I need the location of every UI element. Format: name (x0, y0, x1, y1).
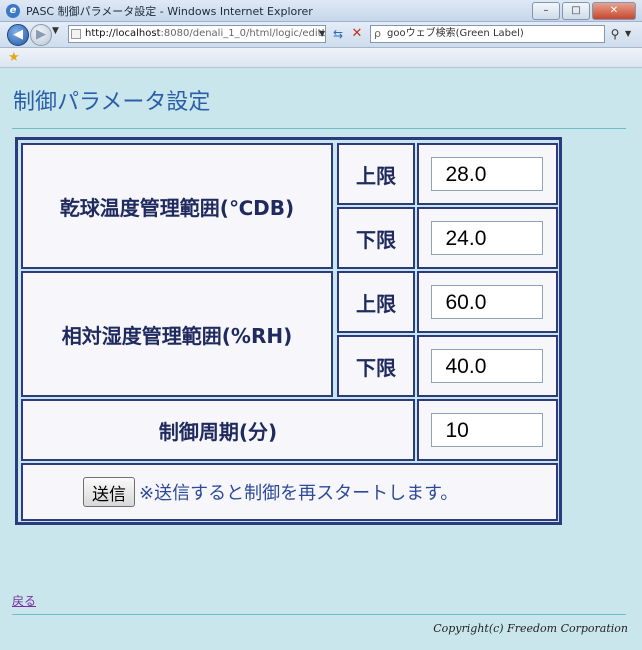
humidity-lower-label: 下限 (356, 355, 396, 380)
search-dropdown-icon[interactable]: ▼ (625, 29, 631, 38)
drybulb-lower-cell (417, 207, 558, 269)
period-label-cell: 制御周期(分) (21, 399, 415, 461)
humidity-lower-cell (417, 335, 558, 397)
humidity-lower-input[interactable] (430, 349, 543, 383)
humidity-upper-label-cell: 上限 (337, 271, 415, 333)
page-icon (71, 29, 81, 39)
copyright: Copyright(c) Freedom Corporation (433, 622, 628, 635)
drybulb-upper-label-cell: 上限 (337, 143, 415, 205)
search-placeholder: gooウェブ検索(Green Label) (387, 28, 524, 39)
drybulb-lower-label-cell: 下限 (337, 207, 415, 269)
drybulb-label-cell: 乾球温度管理範囲(℃DB) (21, 143, 333, 269)
address-dropdown-icon[interactable]: ▼ (319, 29, 325, 38)
close-button[interactable]: ✕ (592, 2, 636, 20)
refresh-icon[interactable]: ⇆ (330, 25, 346, 43)
drybulb-upper-cell (417, 143, 558, 205)
window-titlebar: e PASC 制御パラメータ設定 - Windows Internet Expl… (0, 0, 642, 22)
drybulb-label: 乾球温度管理範囲(℃DB) (59, 195, 295, 220)
humidity-upper-label: 上限 (356, 291, 396, 316)
forward-arrow-icon[interactable]: ▶ (30, 24, 52, 46)
search-input[interactable]: ρ gooウェブ検索(Green Label) (370, 25, 605, 43)
submit-button[interactable]: 送信 (83, 477, 135, 507)
divider-bottom (12, 614, 626, 615)
url-host: http://localhost (85, 28, 161, 39)
drybulb-upper-label: 上限 (356, 163, 396, 188)
maximize-button[interactable]: □ (562, 2, 590, 20)
favorites-bar: ★ (0, 48, 642, 68)
submit-row: 送信 ※送信すると制御を再スタートします。 (21, 463, 558, 521)
back-link[interactable]: 戻る (12, 592, 36, 609)
back-arrow-icon[interactable]: ◀ (7, 24, 29, 46)
search-icon[interactable]: ⚲ (607, 25, 623, 43)
page-title: 制御パラメータ設定 (13, 90, 211, 115)
humidity-label: 相対湿度管理範囲(%RH) (61, 323, 293, 348)
drybulb-upper-input[interactable] (430, 157, 543, 191)
minimize-button[interactable]: – (532, 2, 560, 20)
submit-note: ※送信すると制御を再スタートします。 (139, 483, 459, 504)
period-cell (417, 399, 558, 461)
ie-icon: e (6, 3, 20, 18)
drybulb-lower-label: 下限 (356, 227, 396, 252)
divider-top (12, 128, 626, 129)
address-bar[interactable]: http://localhost:8080/denali_1_0/html/lo… (68, 25, 326, 43)
stop-icon[interactable]: ✕ (349, 25, 365, 43)
navigation-bar: ◀ ▶ ▼ http://localhost:8080/denali_1_0/h… (0, 22, 642, 48)
parameter-table: 乾球温度管理範囲(℃DB) 上限 下限 相対湿度管理範囲(%RH) 上限 下限 … (15, 137, 562, 525)
history-dropdown-icon[interactable]: ▼ (52, 26, 59, 36)
search-provider-icon: ρ (374, 27, 381, 40)
window-controls: – □ ✕ (530, 2, 636, 20)
period-input[interactable] (430, 413, 543, 447)
favorites-star-icon[interactable]: ★ (8, 50, 20, 65)
drybulb-lower-input[interactable] (430, 221, 543, 255)
period-label: 制御周期(分) (158, 419, 278, 444)
humidity-upper-input[interactable] (430, 285, 543, 319)
humidity-lower-label-cell: 下限 (337, 335, 415, 397)
humidity-label-cell: 相対湿度管理範囲(%RH) (21, 271, 333, 397)
window-title: PASC 制御パラメータ設定 - Windows Internet Explor… (26, 4, 313, 18)
humidity-upper-cell (417, 271, 558, 333)
url-rest: :8080/denali_1_0/html/logic/editLo (160, 28, 326, 39)
